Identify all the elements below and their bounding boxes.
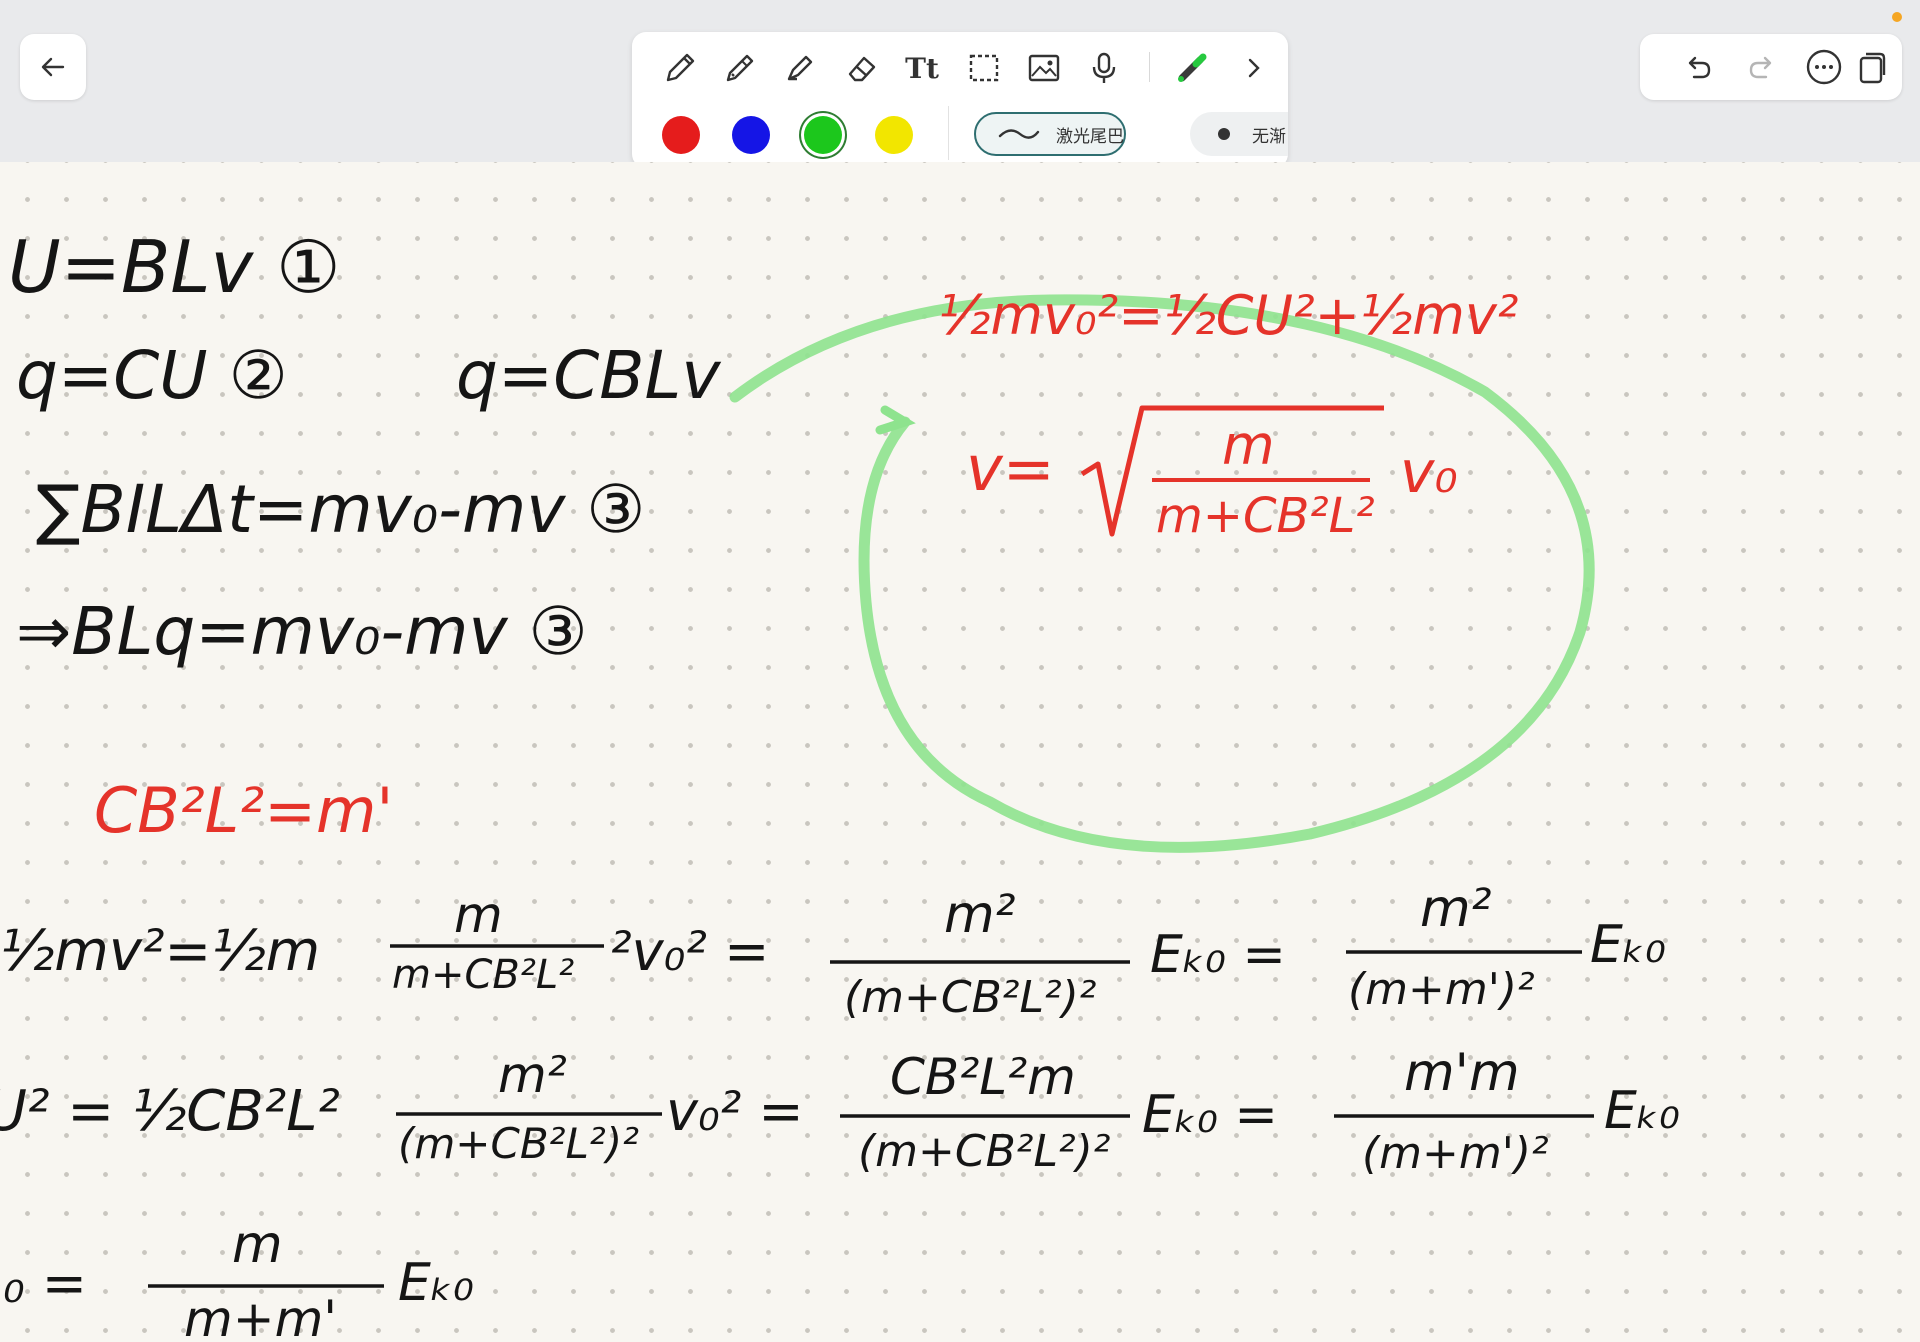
note-line-1: U=BLv ① xyxy=(8,225,341,309)
eq3-num: m xyxy=(232,1215,283,1275)
eq1-ek: Eₖ₀ = xyxy=(1150,925,1286,985)
circle-v-label: v= xyxy=(966,432,1055,505)
eq1-f3-den: (m+m')² xyxy=(1348,964,1535,1015)
eq1-frac-den: m+CB²L² xyxy=(392,952,574,998)
eq2-f3-num: m'm xyxy=(1404,1043,1520,1103)
eq3-ek: Eₖ₀ xyxy=(398,1253,474,1313)
color-swatch-yellow[interactable] xyxy=(875,116,913,154)
green-circle-tail xyxy=(875,405,916,435)
circle-equation-energy: ½mv₀²=½CU²+½mv² xyxy=(938,284,1518,347)
microphone-icon[interactable] xyxy=(1082,46,1126,90)
circle-frac-numerator: m xyxy=(1222,414,1275,477)
color-swatch-red[interactable] xyxy=(662,116,700,154)
eq2-ek: Eₖ₀ = xyxy=(1142,1085,1278,1145)
eq2-f3-den: (m+m')² xyxy=(1362,1128,1549,1179)
eq1-ek2: Eₖ₀ xyxy=(1590,915,1666,975)
toolbar-separator xyxy=(1149,52,1150,82)
handwriting-layer: U=BLv ① q=CU ② q=CBLv ∑BILΔt=mv₀-mv ③ ⇒B… xyxy=(0,225,1680,1342)
eq2-left: U² = ½CB²L² xyxy=(0,1079,340,1144)
eq3-left: ₖ₀ = xyxy=(0,1252,87,1315)
eq3-den: m+m' xyxy=(184,1290,337,1342)
toolbar-row-separator xyxy=(948,106,949,160)
eq2-f2-den: (m+CB²L²)² xyxy=(858,1126,1110,1177)
more-icon[interactable] xyxy=(1802,45,1846,89)
right-actions xyxy=(1640,34,1902,100)
note-line-2a: q=CU ② xyxy=(16,337,288,414)
lasso-icon[interactable] xyxy=(962,46,1006,90)
eraser-icon[interactable] xyxy=(840,46,884,90)
note-line-2b: q=CBLv xyxy=(456,337,721,414)
text-icon[interactable]: Tt xyxy=(900,46,944,90)
note-line-3: ∑BILΔt=mv₀-mv ③ xyxy=(36,471,645,548)
top-bar: Tt 激光尾巴 无渐 xyxy=(0,0,1920,168)
no-fade-label: 无渐 xyxy=(1252,126,1286,147)
redo-icon[interactable] xyxy=(1740,45,1784,89)
eq2-mid: v₀² = xyxy=(666,1080,804,1143)
laser-tail-label: 激光尾巴 xyxy=(1056,126,1124,147)
status-indicator xyxy=(1892,12,1902,22)
pencil-icon[interactable] xyxy=(718,46,762,90)
text-tool-label: Tt xyxy=(905,51,939,85)
color-swatch-green[interactable] xyxy=(804,116,842,154)
wave-icon xyxy=(998,129,1040,139)
red-definition: CB²L²=m' xyxy=(94,774,393,847)
laser-pointer-icon[interactable] xyxy=(1170,46,1214,90)
note-line-4: ⇒BLq=mv₀-mv ③ xyxy=(16,593,588,670)
circle-v0: v₀ xyxy=(1400,438,1458,506)
pen-icon[interactable] xyxy=(658,46,702,90)
image-icon[interactable] xyxy=(1022,46,1066,90)
circle-frac-denominator: m+CB²L² xyxy=(1156,488,1375,544)
dot-icon xyxy=(1218,128,1230,140)
no-fade-option[interactable]: 无渐 xyxy=(1190,112,1288,156)
eq2-f2-num: CB²L²m xyxy=(890,1048,1076,1106)
drawing-toolbar: Tt 激光尾巴 无渐 xyxy=(632,32,1288,168)
note-canvas[interactable]: U=BLv ① q=CU ② q=CBLv ∑BILΔt=mv₀-mv ③ ⇒B… xyxy=(0,162,1920,1342)
eq1-pow: ²v₀² = xyxy=(610,920,769,983)
eq1-f3-num: m² xyxy=(1420,879,1492,939)
eq1-frac-num: m xyxy=(454,886,503,944)
eq1-f2-den: (m+CB²L²)² xyxy=(844,972,1096,1023)
undo-icon[interactable] xyxy=(1676,45,1720,89)
eq2-frac-den: (m+CB²L²)² xyxy=(398,1119,639,1168)
eq2-ek2: Eₖ₀ xyxy=(1604,1081,1680,1141)
eq1-left: ½mv²=½m xyxy=(0,919,320,984)
eq2-frac-num: m² xyxy=(498,1046,567,1104)
tool-row: Tt xyxy=(632,32,1288,100)
laser-tail-option[interactable]: 激光尾巴 xyxy=(974,112,1126,156)
back-button[interactable] xyxy=(20,34,86,100)
highlighter-icon[interactable] xyxy=(778,46,822,90)
chevron-right-icon[interactable] xyxy=(1232,46,1276,90)
color-swatch-blue[interactable] xyxy=(732,116,770,154)
eq1-f2-num: m² xyxy=(944,885,1016,945)
back-arrow-icon xyxy=(41,57,65,77)
pages-icon[interactable] xyxy=(1850,45,1894,89)
green-circle-annotation xyxy=(729,294,1595,853)
